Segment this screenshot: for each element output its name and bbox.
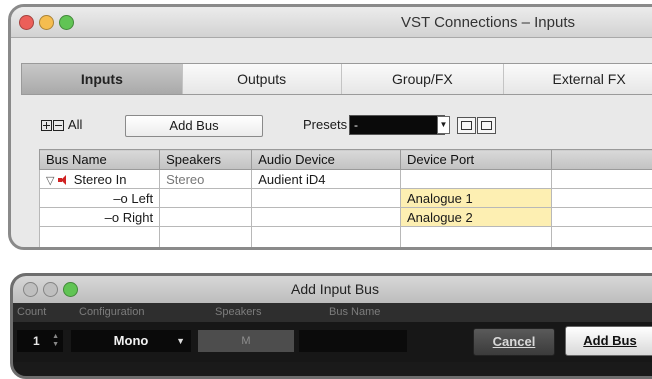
device-port-cell[interactable]: Analogue 2 — [400, 208, 551, 227]
bus-name-input[interactable] — [299, 330, 407, 352]
window-title: VST Connections – Inputs — [401, 14, 575, 31]
dialog-zoom-button[interactable] — [63, 282, 78, 297]
all-label: All — [68, 117, 82, 132]
presets-label: Presets — [303, 115, 347, 135]
device-port-cell[interactable]: Analogue 1 — [400, 189, 551, 208]
bus-name-text: Right — [123, 210, 153, 225]
channel-connector-icon: –o — [113, 191, 127, 206]
add-bus-button[interactable]: Add Bus — [125, 115, 263, 137]
empty-cell — [551, 227, 652, 250]
expand-collapse-all[interactable]: All — [41, 115, 82, 135]
table-row[interactable]: –o Right Analogue 2 — [40, 208, 652, 227]
configuration-value: Mono — [114, 333, 149, 348]
dialog-title-bar[interactable]: Add Input Bus — [13, 276, 652, 304]
cancel-label: Cancel — [493, 334, 536, 349]
stepper-arrows-icon[interactable]: ▲▼ — [52, 333, 59, 349]
column-header-speakers[interactable]: Speakers — [160, 150, 252, 170]
add-bus-confirm-button[interactable]: Add Bus — [565, 326, 652, 356]
audio-device-cell[interactable] — [252, 208, 401, 227]
bus-name-cell[interactable]: –o Right — [40, 208, 160, 227]
speakers-header: Speakers — [215, 306, 261, 318]
column-header-device-port[interactable]: Device Port — [400, 150, 551, 170]
table-row — [40, 227, 652, 250]
count-header: Count — [17, 306, 46, 318]
tab-external-fx[interactable]: External FX — [504, 64, 652, 94]
dialog-controls-row: 1 ▲▼ Mono ▼ M Cancel Add Bus — [13, 322, 652, 362]
speakers-field: M — [198, 330, 294, 352]
column-header-empty — [551, 150, 652, 170]
empty-cell — [551, 170, 652, 189]
bus-name-header: Bus Name — [329, 306, 380, 318]
zoom-button[interactable] — [59, 15, 74, 30]
collapse-all-icon[interactable] — [53, 120, 64, 131]
bus-name-text: Stereo In — [74, 172, 127, 187]
tab-outputs[interactable]: Outputs — [183, 64, 342, 94]
cancel-button[interactable]: Cancel — [473, 328, 555, 356]
count-stepper[interactable]: 1 ▲▼ — [17, 330, 63, 352]
empty-cell — [551, 189, 652, 208]
presets-dropdown-arrow-icon[interactable]: ▼ — [437, 116, 450, 134]
speakers-cell[interactable] — [160, 208, 252, 227]
dropdown-arrow-icon[interactable]: ▼ — [176, 330, 185, 352]
count-value: 1 — [33, 334, 40, 348]
device-port-cell[interactable] — [400, 170, 551, 189]
column-header-bus-name[interactable]: Bus Name — [40, 150, 160, 170]
empty-cell — [400, 227, 551, 250]
dialog-minimize-button[interactable] — [43, 282, 58, 297]
configuration-header: Configuration — [79, 306, 144, 318]
tab-bar: Inputs Outputs Group/FX External FX — [21, 63, 652, 95]
bus-name-text: Left — [131, 191, 153, 206]
bus-name-cell[interactable]: –o Left — [40, 189, 160, 208]
add-input-bus-dialog: Add Input Bus Count Configuration Speake… — [10, 273, 652, 379]
presets-dropdown[interactable]: - — [349, 115, 445, 135]
expand-all-icon[interactable] — [41, 120, 52, 131]
bus-name-cell[interactable]: ▽ Stereo In — [40, 170, 160, 189]
expand-triangle-icon[interactable]: ▽ — [46, 175, 54, 187]
add-bus-label: Add Bus — [583, 333, 636, 348]
tab-group-fx[interactable]: Group/FX — [342, 64, 505, 94]
configuration-dropdown[interactable]: Mono ▼ — [71, 330, 191, 352]
remove-preset-icon[interactable] — [477, 117, 496, 134]
audio-device-cell[interactable] — [252, 189, 401, 208]
empty-cell — [551, 208, 652, 227]
dialog-close-button[interactable] — [23, 282, 38, 297]
table-header-row: Bus Name Speakers Audio Device Device Po… — [40, 150, 652, 170]
speaker-icon — [58, 175, 70, 185]
empty-cell — [160, 227, 252, 250]
speakers-cell[interactable]: Stereo — [160, 170, 252, 189]
store-preset-icon[interactable] — [457, 117, 476, 134]
speakers-cell[interactable] — [160, 189, 252, 208]
vst-connections-window: VST Connections – Inputs Inputs Outputs … — [8, 4, 652, 250]
empty-cell — [252, 227, 401, 250]
table-row[interactable]: –o Left Analogue 1 — [40, 189, 652, 208]
empty-cell — [40, 227, 160, 250]
bus-table: Bus Name Speakers Audio Device Device Po… — [39, 149, 652, 250]
title-bar[interactable]: VST Connections – Inputs — [11, 7, 652, 38]
table-row[interactable]: ▽ Stereo In Stereo Audient iD4 — [40, 170, 652, 189]
minimize-button[interactable] — [39, 15, 54, 30]
dialog-title: Add Input Bus — [291, 281, 379, 297]
audio-device-cell[interactable]: Audient iD4 — [252, 170, 401, 189]
column-header-audio-device[interactable]: Audio Device — [252, 150, 401, 170]
close-button[interactable] — [19, 15, 34, 30]
channel-connector-icon: –o — [105, 210, 119, 225]
tab-inputs[interactable]: Inputs — [22, 64, 183, 94]
dialog-header-row: Count Configuration Speakers Bus Name — [13, 303, 652, 322]
